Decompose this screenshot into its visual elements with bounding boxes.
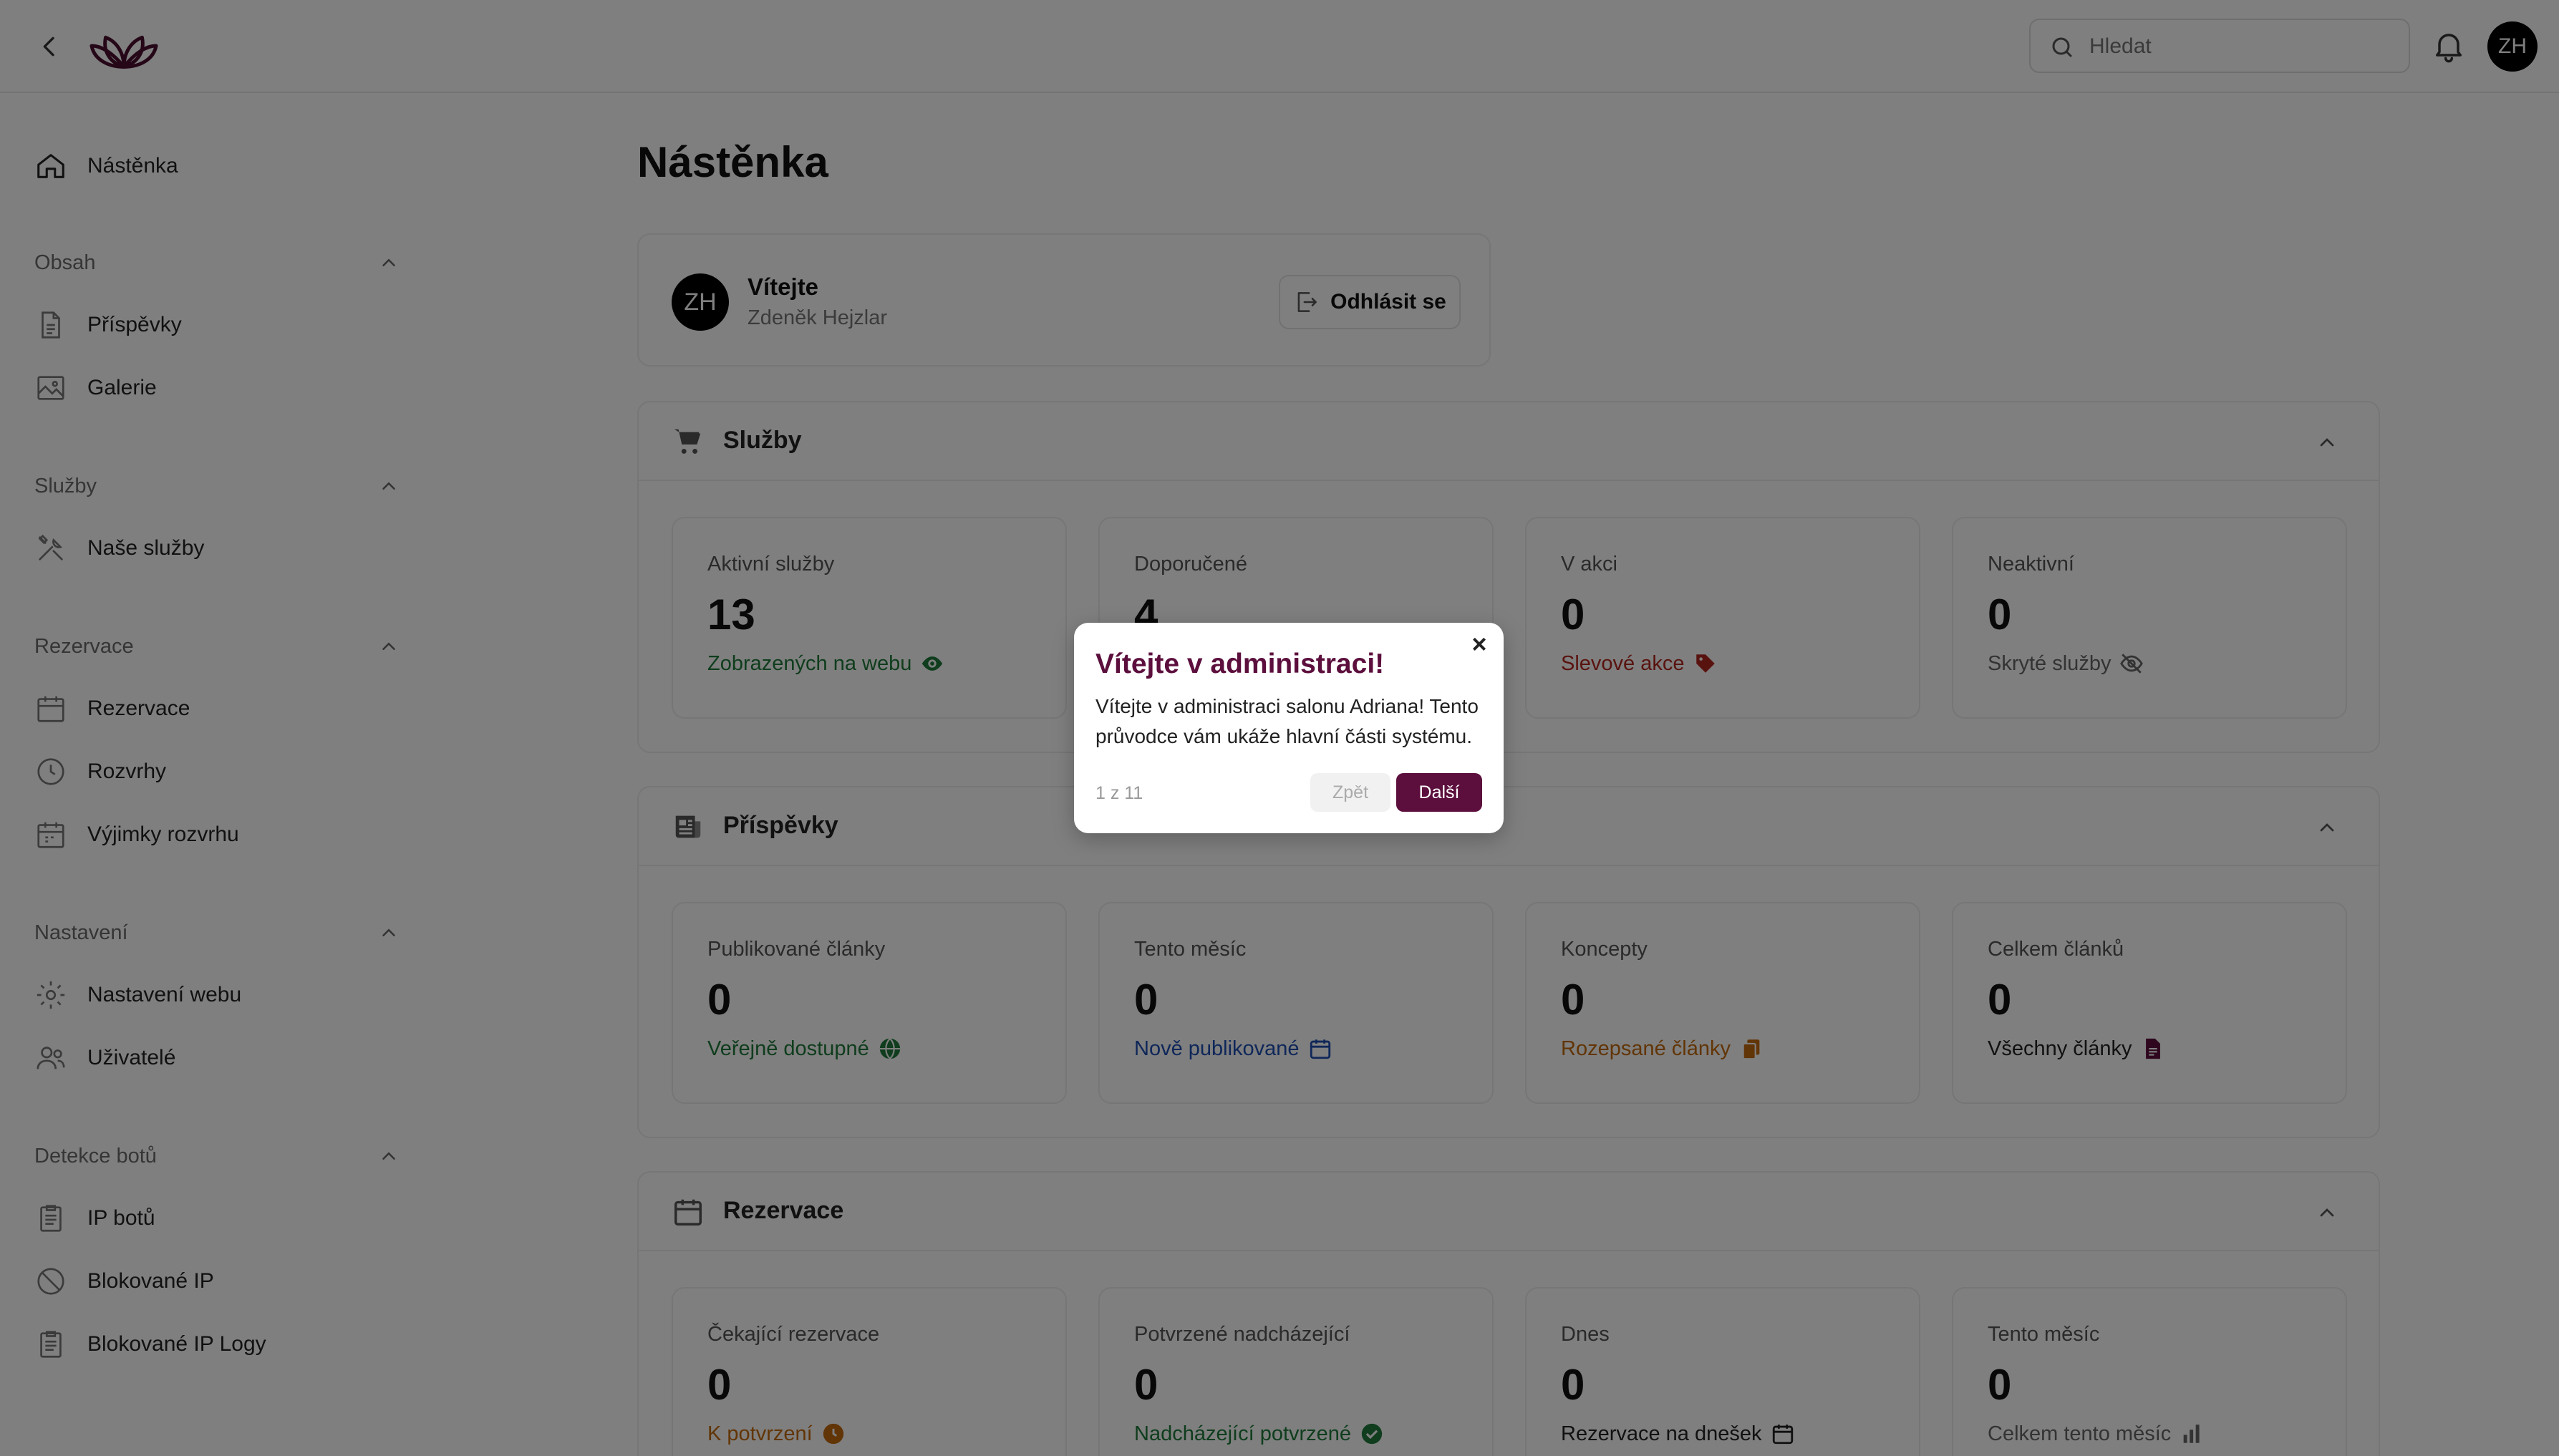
next-button[interactable]: Další bbox=[1396, 773, 1482, 812]
dialog-title: Vítejte v administraci! bbox=[1095, 649, 1385, 679]
previous-button[interactable]: Zpět bbox=[1310, 773, 1390, 812]
dialog-text: Vítejte v administraci salonu Adriana! T… bbox=[1095, 695, 1479, 747]
close-button[interactable]: × bbox=[1468, 631, 1491, 657]
tour-dialog: × Vítejte v administraci! Vítejte v admi… bbox=[1074, 623, 1504, 833]
step-counter: 1 z 11 bbox=[1095, 783, 1143, 803]
